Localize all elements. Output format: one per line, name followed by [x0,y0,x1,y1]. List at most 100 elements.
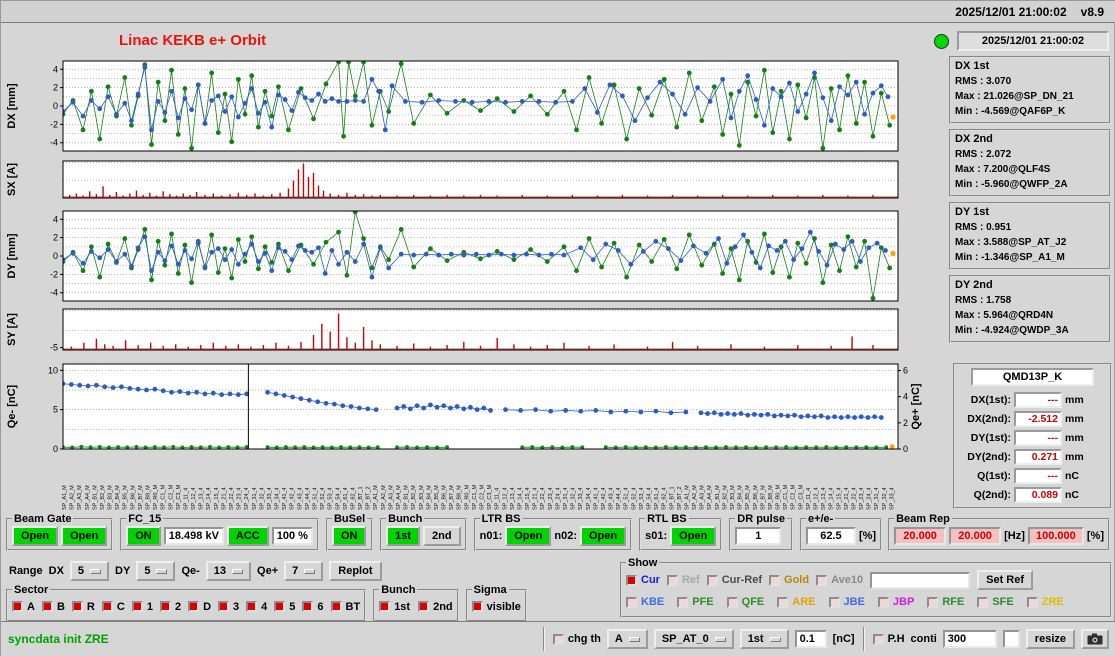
optionmenu-indicator-icon [628,636,640,642]
checkbox-indicator [726,596,738,608]
beam-gate-open-button-1[interactable]: Open [12,525,59,546]
qmd-unit: nC [1065,469,1079,482]
show-checkbox-ref[interactable]: Ref [666,574,700,586]
rtl-s01-open-button[interactable]: Open [670,525,717,546]
range-qem-menu[interactable]: 13 [205,561,252,581]
positron-ratio-legend: e+/e- [807,513,834,525]
sector-select-menu[interactable]: A [606,629,648,649]
bpm-select-menu[interactable]: SP_AT_0 [653,629,734,649]
checkbox-label: Ave10 [831,574,864,586]
sector-checkbox-1[interactable]: 1 [131,601,153,613]
checkbox-indicator [418,601,430,612]
svg-text:SP_A3_M: SP_A3_M [700,485,706,510]
sector-checkbox-5[interactable]: 5 [274,601,295,613]
show-checkbox-zre[interactable]: ZRE [1026,596,1064,608]
sector-checkbox-6[interactable]: 6 [302,601,324,613]
bunch-filter-legend: Bunch [381,584,416,596]
show-checkbox-ave10[interactable]: Ave10 [816,574,863,586]
show-checkbox-pfe[interactable]: PFE [677,596,714,608]
svg-text:SP_54_4: SP_54_4 [335,487,341,510]
sector-checkbox-b[interactable]: B [41,601,65,613]
bunch-select-menu[interactable]: 1st [739,629,789,649]
svg-text:-5: -5 [50,343,58,353]
bunch-checkbox-1st[interactable]: 1st [379,601,410,613]
fc15-acc-button[interactable]: ACC [226,525,269,546]
show-checkbox-are[interactable]: ARE [777,596,816,608]
sector-checkbox-d[interactable]: D [188,601,211,613]
show-checkbox-sfe[interactable]: SFE [977,596,1014,608]
svg-text:SP_43_4: SP_43_4 [297,487,303,510]
svg-text:SP_R0_M: SP_R0_M [153,485,159,510]
ltr-n02-label: n02: [554,529,577,542]
status-time: 2025/12/01 21:00:02 [957,31,1109,51]
threshold-input[interactable] [794,630,827,648]
show-checkbox-jbp[interactable]: JBP [877,596,914,608]
checkbox-label: A [27,600,35,613]
sector-checkbox-4[interactable]: 4 [246,601,267,613]
svg-text:SP_C1_M: SP_C1_M [783,485,789,510]
range-dx-menu[interactable]: 5 [69,561,110,581]
ltr-n01-open-button[interactable]: Open [505,525,552,546]
range-dy-menu[interactable]: 5 [136,561,176,581]
svg-text:SP_34_4: SP_34_4 [275,487,281,510]
sector-checkbox-r[interactable]: R [71,601,95,613]
svg-text:SP_54_4: SP_54_4 [647,487,653,510]
topbar-version: v8.9 [1080,4,1104,19]
rms-line: RMS : 3.070 [955,76,1012,87]
checkbox-indicator [666,574,678,586]
sector-checkbox-a[interactable]: A [12,601,35,613]
show-checkbox-kbe[interactable]: KBE [626,596,664,608]
checkbox-label: 1st [394,600,411,613]
svg-text:SP_C2_M: SP_C2_M [791,485,797,510]
sector-checkbox-3[interactable]: 3 [218,601,239,613]
sector-legend: Sector [14,584,49,596]
beam-rep-group: Beam Rep 20.000 20.000 [Hz] 100.000 [%] [888,513,1110,551]
svg-text:SP_52_4: SP_52_4 [320,487,326,510]
fc15-on-button[interactable]: ON [126,525,161,546]
ref-name-input[interactable] [870,571,971,589]
bunch-1st-button[interactable]: 1st [386,525,421,546]
svg-text:SP_53_4: SP_53_4 [639,487,645,510]
show-checkbox-cur[interactable]: Cur [626,574,660,586]
svg-text:SP_A4_M: SP_A4_M [85,485,91,510]
beam-gate-open-button-2[interactable]: Open [61,525,108,546]
screenshot-button[interactable] [1081,629,1109,649]
show-checkbox-qfe[interactable]: QFE [726,596,764,608]
svg-text:SP_B2_M: SP_B2_M [100,485,106,510]
svg-text:0: 0 [53,251,58,261]
optionmenu-indicator-icon [232,568,244,574]
resize-button[interactable]: resize [1025,629,1075,649]
sector-checkbox-bt[interactable]: BT [330,601,360,613]
ph-checkbox[interactable]: P.H [872,633,905,645]
svg-text:2: 2 [53,83,58,93]
svg-text:SP_B3_M: SP_B3_M [419,485,425,510]
show-checkbox-rfe[interactable]: RFE [927,596,964,608]
checkbox-label: Cur [641,574,660,586]
rms-line: Max : 5.964@QRD4N [955,310,1054,321]
range-qep-menu[interactable]: 7 [284,561,324,581]
sigma-checkbox-visible[interactable]: visible [471,601,521,613]
sector-checkbox-2[interactable]: 2 [159,601,181,613]
svg-text:Qe- [nC]: Qe- [nC] [6,384,18,428]
bunch-checkbox-2nd[interactable]: 2nd [418,601,453,613]
svg-text:-2: -2 [50,119,58,129]
bunch-2nd-button[interactable]: 2nd [423,525,461,546]
set-ref-button[interactable]: Set Ref [977,570,1034,590]
count-input[interactable] [942,630,997,648]
beam-status-indicator [934,34,949,49]
show-checkbox-gold[interactable]: Gold [769,574,809,586]
checkbox-indicator [188,601,200,612]
show-checkbox-cur-ref[interactable]: Cur-Ref [706,574,762,586]
svg-text:SP_B4_M: SP_B4_M [738,485,744,510]
chg-th-checkbox[interactable]: chg th [552,633,601,645]
svg-text:4: 4 [53,64,58,74]
show-checkbox-jbe[interactable]: JBE [828,596,865,608]
sector-checkbox-c[interactable]: C [101,601,125,613]
aux-input[interactable] [1002,630,1020,648]
ltr-n02-open-button[interactable]: Open [579,525,627,546]
svg-text:SP_B7_M: SP_B7_M [138,485,144,510]
replot-button[interactable]: Replot [329,561,382,581]
svg-text:SP_A1_M: SP_A1_M [684,485,690,510]
svg-text:SP_13_4: SP_13_4 [510,487,516,510]
busel-on-button[interactable]: ON [331,525,367,546]
